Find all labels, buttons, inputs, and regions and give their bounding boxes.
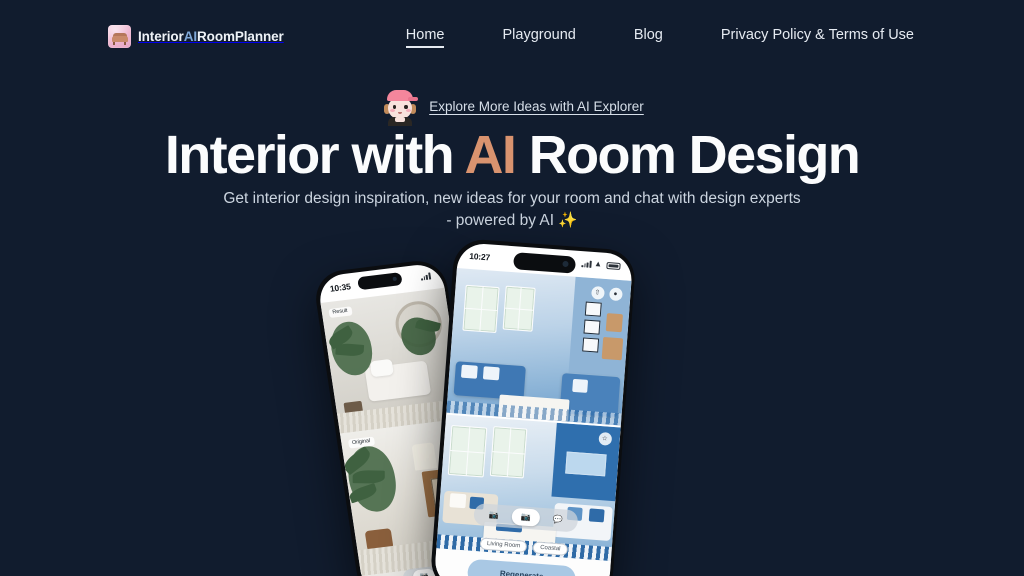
mascot-avatar-icon <box>380 86 420 126</box>
battery-icon <box>605 261 621 270</box>
hero-subtitle-line1: Get interior design inspiration, new ide… <box>223 190 801 207</box>
hero-title-before: Interior with <box>164 125 465 185</box>
hero-subtitle-line2: - powered by AI ✨ <box>446 212 578 229</box>
phone-mockup-front: ⇧ ● ☆ 📷 📷 💬 Living Room Coastal Regenera… <box>429 237 637 576</box>
image-icon[interactable]: 📷 <box>479 505 508 524</box>
hero-title-after: Room Design <box>515 125 861 185</box>
nav-item-home[interactable]: Home <box>405 25 444 48</box>
phone-back-clock: 10:35 <box>329 280 352 294</box>
explore-more-ideas-link[interactable]: Explore More Ideas with AI Explorer <box>429 99 644 114</box>
bookmark-icon[interactable]: ☆ <box>597 431 612 446</box>
nav-item-playground[interactable]: Playground <box>502 25 575 48</box>
wifi-icon <box>594 261 603 269</box>
hero-title-accent: AI <box>464 125 516 185</box>
share-icon[interactable]: ⇧ <box>590 285 605 300</box>
image-tag-result: Result <box>327 305 353 318</box>
image-search-icon[interactable]: 📷 <box>511 507 541 527</box>
brand-name-part1: Interior <box>138 28 184 44</box>
ai-explorer-banner: Explore More Ideas with AI Explorer <box>0 86 1024 126</box>
phone-back-status-icons <box>420 272 431 281</box>
hero-subtitle: Get interior design inspiration, new ide… <box>0 188 1024 232</box>
phone-front-screen: ⇧ ● ☆ 📷 📷 💬 Living Room Coastal Regenera… <box>433 242 633 576</box>
nav-item-privacy[interactable]: Privacy Policy & Terms of Use <box>721 25 914 48</box>
phone-mockups: Result Original 10:35 ⇧ ● ☆ 📷 📷 💬 Living… <box>0 232 1024 576</box>
signal-icon <box>581 260 592 268</box>
nav-item-blog[interactable]: Blog <box>634 25 663 48</box>
brand-name: InteriorAIRoomPlanner <box>138 29 284 44</box>
design-image-coastal-2[interactable]: ☆ <box>435 414 621 561</box>
chip-coastal[interactable]: Coastal <box>532 540 568 556</box>
phone-front-clock: 10:27 <box>469 250 491 262</box>
phone-front-status-icons <box>581 260 621 270</box>
chat-bubble-icon[interactable]: 💬 <box>543 510 572 529</box>
landing-page: InteriorAIRoomPlanner Home Playground Bl… <box>0 0 1024 576</box>
sofa-logo-icon <box>108 24 131 48</box>
profile-icon[interactable]: ● <box>608 286 623 301</box>
design-image-coastal-1[interactable]: ⇧ ● <box>445 267 631 425</box>
main-navigation: Home Playground Blog Privacy Policy & Te… <box>405 25 914 48</box>
brand-logo[interactable]: InteriorAIRoomPlanner <box>108 24 284 48</box>
page-title: Interior with AI Room Design <box>0 126 1024 184</box>
site-header: InteriorAIRoomPlanner Home Playground Bl… <box>0 0 1024 72</box>
brand-name-ai: AI <box>183 28 198 44</box>
signal-icon <box>420 272 431 281</box>
brand-name-part2: RoomPlanner <box>197 28 284 44</box>
